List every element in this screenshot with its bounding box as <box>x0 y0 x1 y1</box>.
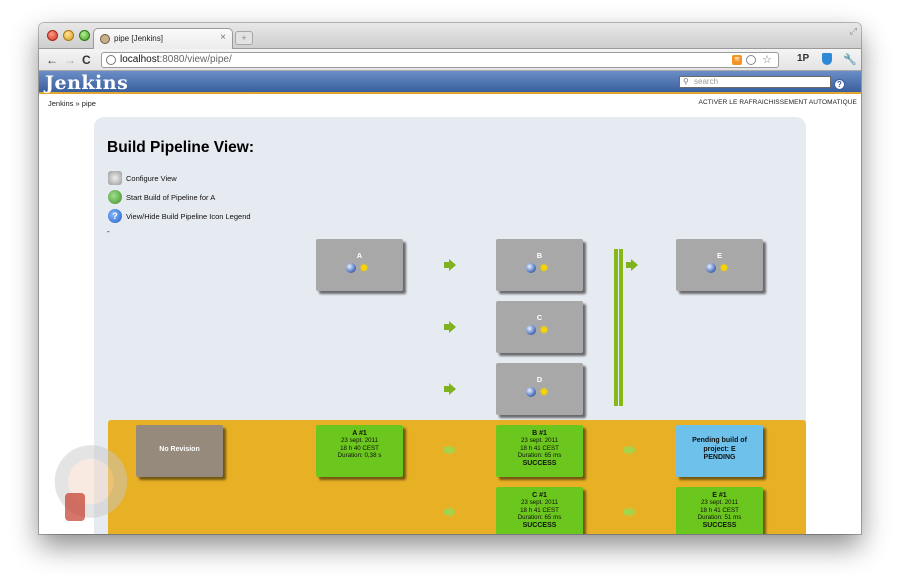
jenkins-logo[interactable]: Jenkins <box>45 72 128 94</box>
search-placeholder: search <box>694 77 719 86</box>
arrow-right-icon <box>444 383 456 395</box>
url-path: :8080/view/pipe/ <box>159 54 232 65</box>
tab-title: pipe [Jenkins] <box>114 34 163 43</box>
weather-sun-icon: ✹ <box>719 261 730 275</box>
status-ball-icon <box>346 263 356 273</box>
arrow-right-icon <box>444 259 456 271</box>
arrow-right-icon <box>444 321 456 333</box>
build-box-b[interactable]: B #1 23 sept. 2011 18 h 41 CEST Duration… <box>496 425 583 477</box>
search-icon: ⚲ <box>683 77 689 86</box>
onepassword-icon[interactable]: 1P <box>797 53 809 64</box>
status-ball-icon <box>706 263 716 273</box>
history-clock-icon[interactable] <box>746 55 756 65</box>
page-title: Build Pipeline View: <box>107 139 254 156</box>
arrow-right-icon <box>626 259 638 271</box>
bookmark-star-icon[interactable]: ☆ <box>762 53 772 67</box>
tab-bar: pipe [Jenkins] × + ⤢ <box>39 23 861 49</box>
close-window-button[interactable] <box>47 30 58 41</box>
join-bar <box>619 249 623 406</box>
weather-sun-icon: ✹ <box>539 385 550 399</box>
address-bar[interactable]: localhost:8080/view/pipe/ ≋ ☆ <box>101 52 779 68</box>
mascot-tie-icon <box>65 493 85 521</box>
arrow-right-icon <box>444 444 456 456</box>
reload-button[interactable]: C <box>82 52 91 68</box>
weather-sun-icon: ✹ <box>359 261 370 275</box>
pending-build-box-e[interactable]: Pending build of project: E PENDING <box>676 425 763 477</box>
join-bar <box>614 249 618 406</box>
minimize-window-button[interactable] <box>63 30 74 41</box>
wrench-menu-icon[interactable]: 🔧 <box>843 53 857 66</box>
browser-window: pipe [Jenkins] × + ⤢ ← → C localhost:808… <box>39 23 861 534</box>
job-name: D <box>536 375 543 384</box>
build-box-e[interactable]: E #1 23 sept. 2011 18 h 41 CEST Duration… <box>676 487 763 534</box>
jenkins-mascot-icon <box>47 421 127 531</box>
build-box-a[interactable]: A #1 23 sept. 2011 18 h 40 CEST Duration… <box>316 425 403 477</box>
shield-extension-icon[interactable] <box>822 53 832 65</box>
forward-button[interactable]: → <box>64 52 76 68</box>
build-box-c[interactable]: C #1 23 sept. 2011 18 h 41 CEST Duration… <box>496 487 583 534</box>
separator-text: - <box>107 227 110 236</box>
weather-sun-icon: ✹ <box>539 261 550 275</box>
help-icon: ? <box>108 209 122 223</box>
tab-close-icon[interactable]: × <box>220 32 226 43</box>
job-box-a[interactable]: A ✹ <box>316 239 403 291</box>
job-name: B <box>536 251 543 260</box>
jenkins-header: Jenkins ⚲ search ? <box>39 71 861 94</box>
jenkins-favicon-icon <box>100 34 110 44</box>
job-box-b[interactable]: B ✹ <box>496 239 583 291</box>
zoom-window-button[interactable] <box>79 30 90 41</box>
arrow-right-icon <box>444 506 456 518</box>
job-box-e[interactable]: E ✹ <box>676 239 763 291</box>
new-tab-button[interactable]: + <box>235 31 253 45</box>
status-badge: SUCCESS <box>702 521 737 529</box>
status-badge: SUCCESS <box>522 459 557 467</box>
job-name: A <box>356 251 363 260</box>
help-icon[interactable]: ? <box>834 79 845 90</box>
build-row: No Revision A #1 23 sept. 2011 18 h 40 C… <box>108 420 806 534</box>
status-ball-icon <box>526 325 536 335</box>
breadcrumb[interactable]: Jenkins » pipe <box>48 99 96 108</box>
url-host: localhost <box>120 54 160 65</box>
rss-icon[interactable]: ≋ <box>732 55 742 65</box>
browser-toolbar: ← → C localhost:8080/view/pipe/ ≋ ☆ 1P 🔧 <box>39 49 861 71</box>
job-box-d[interactable]: D ✹ <box>496 363 583 415</box>
configure-icon <box>108 171 122 185</box>
status-ball-icon <box>526 263 536 273</box>
job-box-c[interactable]: C ✹ <box>496 301 583 353</box>
auto-refresh-link[interactable]: ACTIVER LE RAFRAICHISSEMENT AUTOMATIQUE <box>699 99 857 106</box>
start-build-icon <box>108 190 122 204</box>
status-ball-icon <box>526 387 536 397</box>
globe-icon <box>106 55 116 65</box>
breadcrumb-bar: Jenkins » pipe ACTIVER LE RAFRAICHISSEME… <box>39 96 861 110</box>
status-badge: PENDING <box>703 454 736 461</box>
revision-box: No Revision <box>136 425 223 477</box>
back-button[interactable]: ← <box>46 52 58 68</box>
arrow-right-icon <box>624 506 636 518</box>
job-name: E <box>716 251 722 260</box>
weather-sun-icon: ✹ <box>539 323 550 337</box>
browser-tab[interactable]: pipe [Jenkins] × <box>93 28 233 49</box>
status-badge: SUCCESS <box>522 521 557 529</box>
job-name: C <box>536 313 543 322</box>
search-input[interactable]: ⚲ search <box>679 76 831 88</box>
arrow-right-icon <box>624 444 636 456</box>
fullscreen-icon[interactable]: ⤢ <box>850 26 857 37</box>
